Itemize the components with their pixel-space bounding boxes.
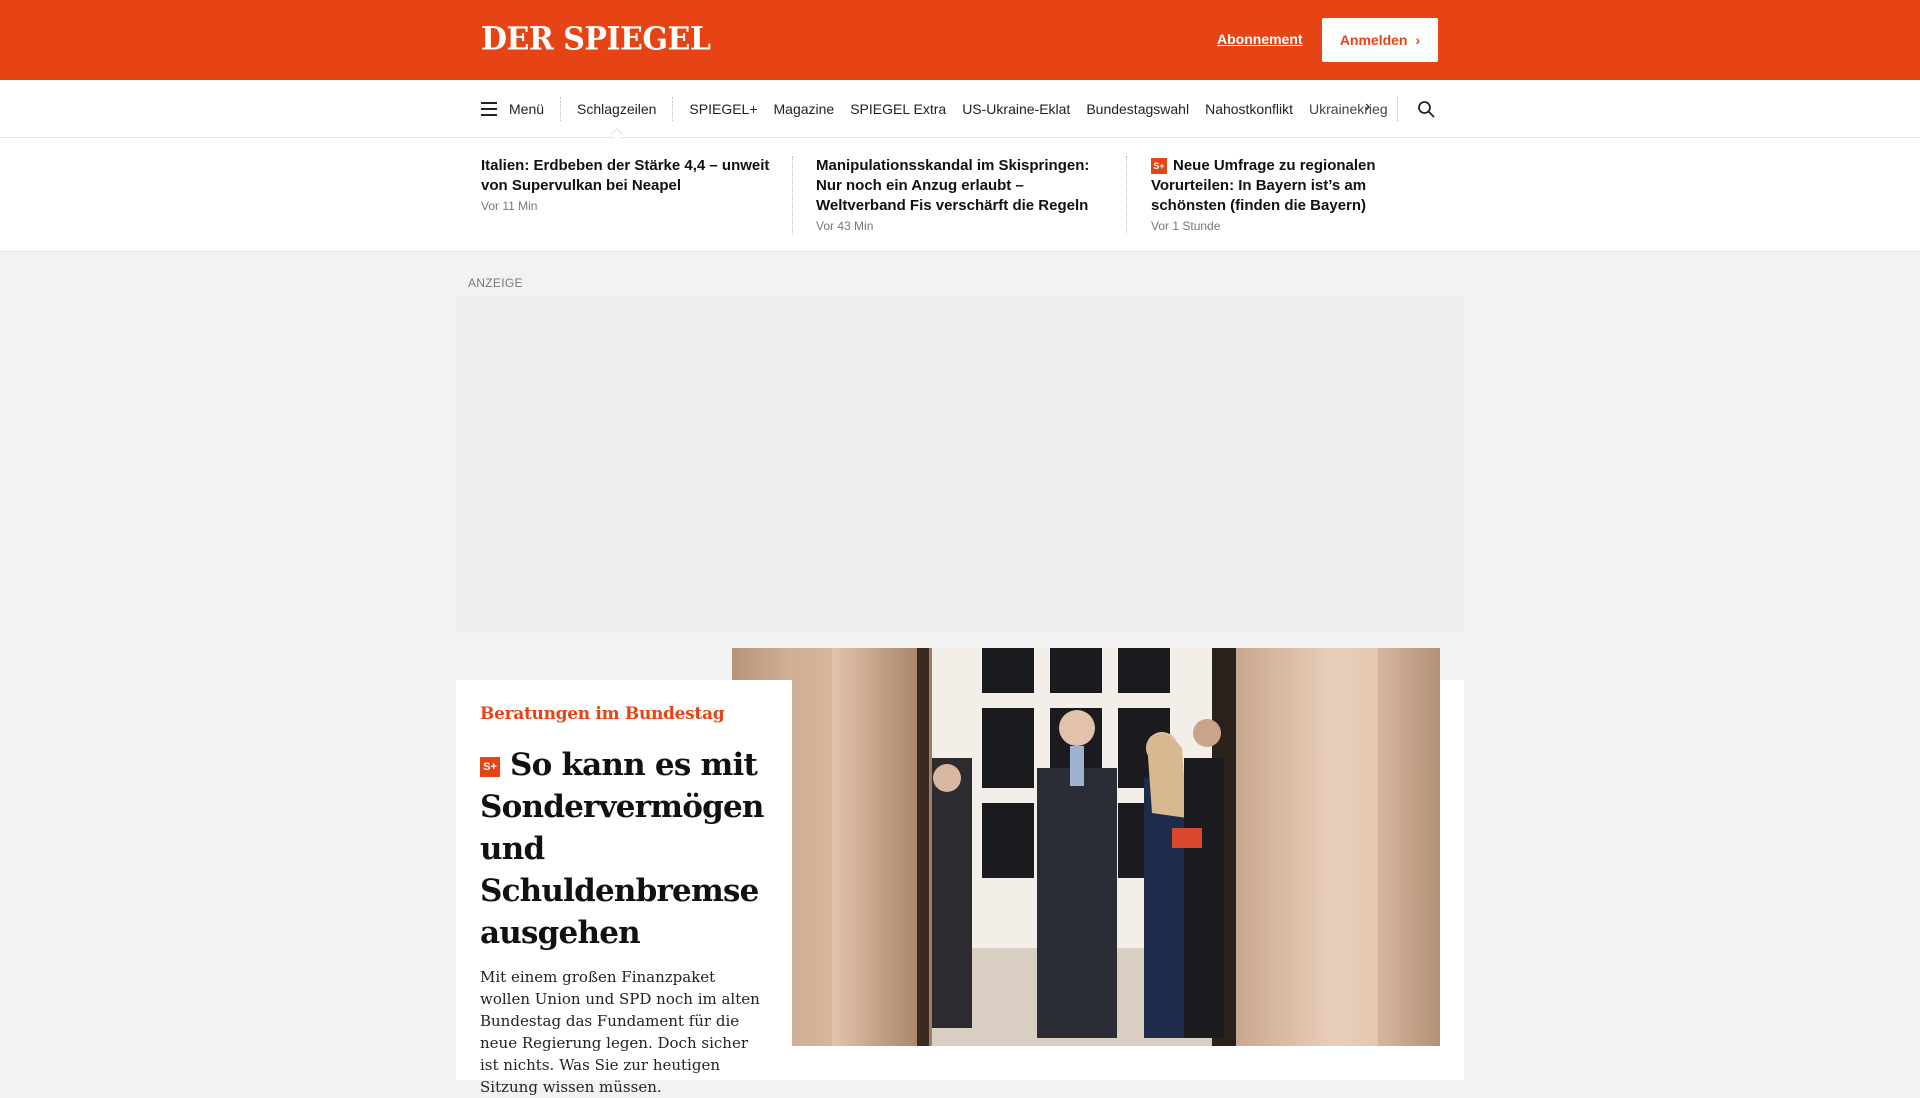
teaser-lead: Mit einem großen Finanzpaket wollen Unio…	[480, 968, 760, 1096]
ticker-item-title: Neue Umfrage zu regionalen Vorurteilen: …	[1151, 157, 1376, 214]
ticker-item-title: Manipulationsskandal im Skispringen: Nur…	[816, 157, 1090, 214]
ticker-item-time: Vor 1 Stunde	[1151, 219, 1221, 233]
nav-item-spiegel-plus[interactable]: SPIEGEL+	[689, 101, 757, 117]
chevron-right-icon: ›	[1415, 32, 1421, 48]
nav-item-schlagzeilen[interactable]: Schlagzeilen	[577, 101, 656, 117]
photo-illustration	[732, 648, 1440, 1046]
lead-teaser-image[interactable]	[732, 648, 1440, 1046]
ticker-item[interactable]: Manipulationsskandal im Skispringen: Nur…	[816, 156, 1106, 236]
nav-divider	[1397, 97, 1398, 121]
ticker-item-time: Vor 11 Min	[481, 199, 538, 213]
hamburger-menu-icon[interactable]	[481, 102, 497, 116]
spiegel-logo[interactable]: DER SPIEGEL	[481, 21, 711, 58]
spiegel-plus-badge: S+	[1151, 158, 1167, 174]
ticker-item[interactable]: Italien: Erdbeben der Stärke 4,4 – unwei…	[481, 156, 771, 216]
ticker-item-title: Italien: Erdbeben der Stärke 4,4 – unwei…	[481, 157, 770, 194]
ad-label: ANZEIGE	[468, 276, 523, 290]
ticker-item-time: Vor 43 Min	[816, 219, 874, 233]
nav-item-us-ukraine-eklat[interactable]: US-Ukraine-Eklat	[962, 101, 1070, 117]
headline-ticker: Italien: Erdbeben der Stärke 4,4 – unwei…	[0, 138, 1920, 252]
nav-item-bundestagswahl[interactable]: Bundestagswahl	[1086, 101, 1189, 117]
ad-placeholder	[456, 296, 1464, 632]
nav-item-magazine[interactable]: Magazine	[774, 101, 835, 117]
spiegel-plus-badge: S+	[480, 757, 500, 777]
nav-item-ukrainekrieg[interactable]: Ukrainekrieg	[1309, 101, 1388, 117]
main-navigation: Menü Schlagzeilen SPIEGEL+ Magazine SPIE…	[0, 80, 1920, 138]
lead-teaser-text[interactable]: Beratungen im Bundestag S+ So kann es mit…	[456, 680, 792, 1096]
teaser-headline[interactable]: S+ So kann es mit Sondervermögen und Schu…	[480, 744, 768, 954]
ticker-item[interactable]: S+ Neue Umfrage zu regionalen Vorurteilen…	[1151, 156, 1441, 236]
search-icon[interactable]	[1417, 100, 1435, 118]
ticker-divider	[1126, 156, 1127, 234]
nav-divider	[560, 97, 562, 121]
teaser-headline-text: So kann es mit Sondervermögen und Schuld…	[480, 747, 764, 951]
nav-item-nahostkonflikt[interactable]: Nahostkonflikt	[1205, 101, 1293, 117]
nav-divider	[672, 97, 674, 121]
login-button-label: Anmelden	[1339, 32, 1408, 48]
nav-item-spiegel-extra[interactable]: SPIEGEL Extra	[850, 101, 946, 117]
chevron-right-icon[interactable]: ›	[1365, 98, 1370, 116]
site-header: DER SPIEGEL Abonnement Anmelden ›	[0, 0, 1920, 80]
login-button[interactable]: Anmelden ›	[1322, 18, 1438, 62]
subscription-link[interactable]: Abonnement	[1217, 31, 1303, 47]
teaser-kicker: Beratungen im Bundestag	[480, 704, 725, 724]
ticker-divider	[792, 156, 793, 234]
menu-button[interactable]: Menü	[509, 101, 544, 117]
